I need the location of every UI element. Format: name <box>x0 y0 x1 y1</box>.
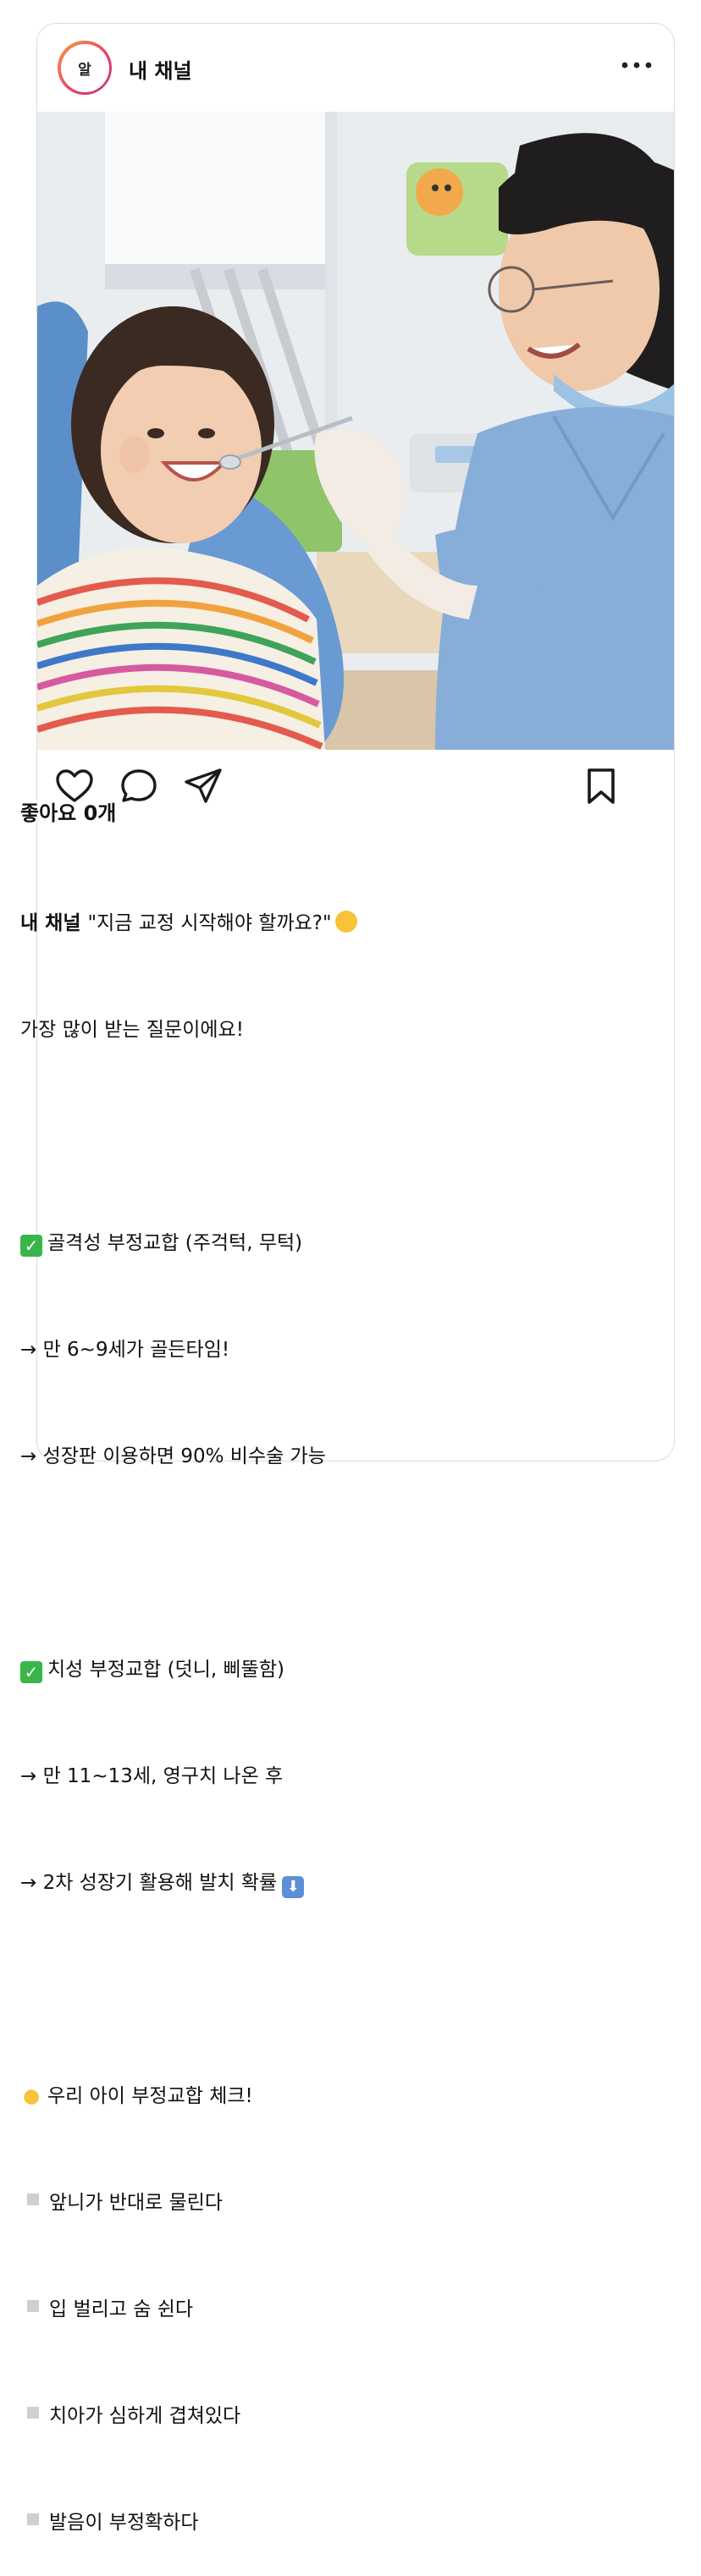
post-header: 알 내 채널 <box>37 24 674 112</box>
checkbox-square-icon <box>27 2193 39 2205</box>
caption-headline: "지금 교정 시작해야 할까요?" <box>87 912 332 934</box>
check-mark-icon: ✓ <box>20 1235 42 1257</box>
like-count[interactable]: 좋아요 0개 <box>20 796 116 826</box>
comment-icon[interactable] <box>119 766 159 806</box>
light-bulb-icon: ● <box>22 2085 41 2107</box>
caption-blank <box>20 1545 613 1581</box>
caption-line-text: → 2차 성장기 활용해 발치 확률 <box>20 1872 278 1894</box>
caption-blank <box>20 1119 613 1154</box>
section-title-text: 우리 아이 부정교합 체크! <box>47 2085 253 2107</box>
caption-blank <box>20 1972 613 2007</box>
bookmark-icon[interactable] <box>581 766 621 806</box>
caption-line: → 성장판 이용하면 90% 비수술 가능 <box>20 1445 326 1467</box>
section-title-text: 치성 부정교합 (덧니, 삐뚤함) <box>47 1659 284 1681</box>
post-photo[interactable] <box>37 112 674 750</box>
checklist-item: 앞니가 반대로 물린다 <box>20 2185 613 2221</box>
checkbox-square-icon <box>27 2407 39 2419</box>
caption-first-line: 내 채널 "지금 교정 시작해야 할까요?" <box>20 905 613 941</box>
checklist-item: 발음이 부정확하다 <box>20 2505 613 2540</box>
caption-line: 가장 많이 받는 질문이에요! <box>20 1019 244 1041</box>
checklist-text: 앞니가 반대로 물린다 <box>49 2192 224 2214</box>
caption-line: → 만 6~9세가 골든타임! <box>20 1339 230 1361</box>
channel-name[interactable]: 내 채널 <box>129 54 192 84</box>
caption-line: → 2차 성장기 활용해 발치 확률 ⬇ <box>20 1865 613 1901</box>
checklist-text: 입 벌리고 숨 쉰다 <box>49 2298 194 2320</box>
caption-section-title: ● 우리 아이 부정교합 체크! <box>20 2078 613 2114</box>
checkbox-square-icon <box>27 2300 39 2312</box>
more-icon[interactable] <box>618 54 655 80</box>
section-title-text: 골격성 부정교합 (주걱턱, 무턱) <box>47 1232 303 1254</box>
action-bar <box>37 750 674 823</box>
thinking-face-icon <box>334 911 357 933</box>
avatar-label: 알 <box>60 43 109 92</box>
checklist-text: 치아가 심하게 겹쳐있다 <box>49 2405 241 2427</box>
post-caption: 내 채널 "지금 교정 시작해야 할까요?" 가장 많이 받는 질문이에요! ✓ 골… <box>20 834 613 2576</box>
caption-line: → 만 11~13세, 영구치 나온 후 <box>20 1765 284 1787</box>
caption-section-title: ✓ 골격성 부정교합 (주걱턱, 무턱) <box>20 1225 613 1261</box>
caption-section-title: ✓ 치성 부정교합 (덧니, 삐뚤함) <box>20 1652 613 1687</box>
avatar[interactable]: 알 <box>58 41 112 95</box>
send-icon[interactable] <box>183 766 224 806</box>
caption-author[interactable]: 내 채널 <box>20 912 81 934</box>
checkbox-square-icon <box>27 2513 39 2525</box>
checklist-item: 치아가 심하게 겹쳐있다 <box>20 2398 613 2434</box>
checklist-item: 입 벌리고 숨 쉰다 <box>20 2292 613 2327</box>
down-arrow-icon: ⬇ <box>282 1876 305 1898</box>
check-mark-icon: ✓ <box>20 1661 42 1683</box>
checklist-text: 발음이 부정확하다 <box>49 2512 199 2534</box>
